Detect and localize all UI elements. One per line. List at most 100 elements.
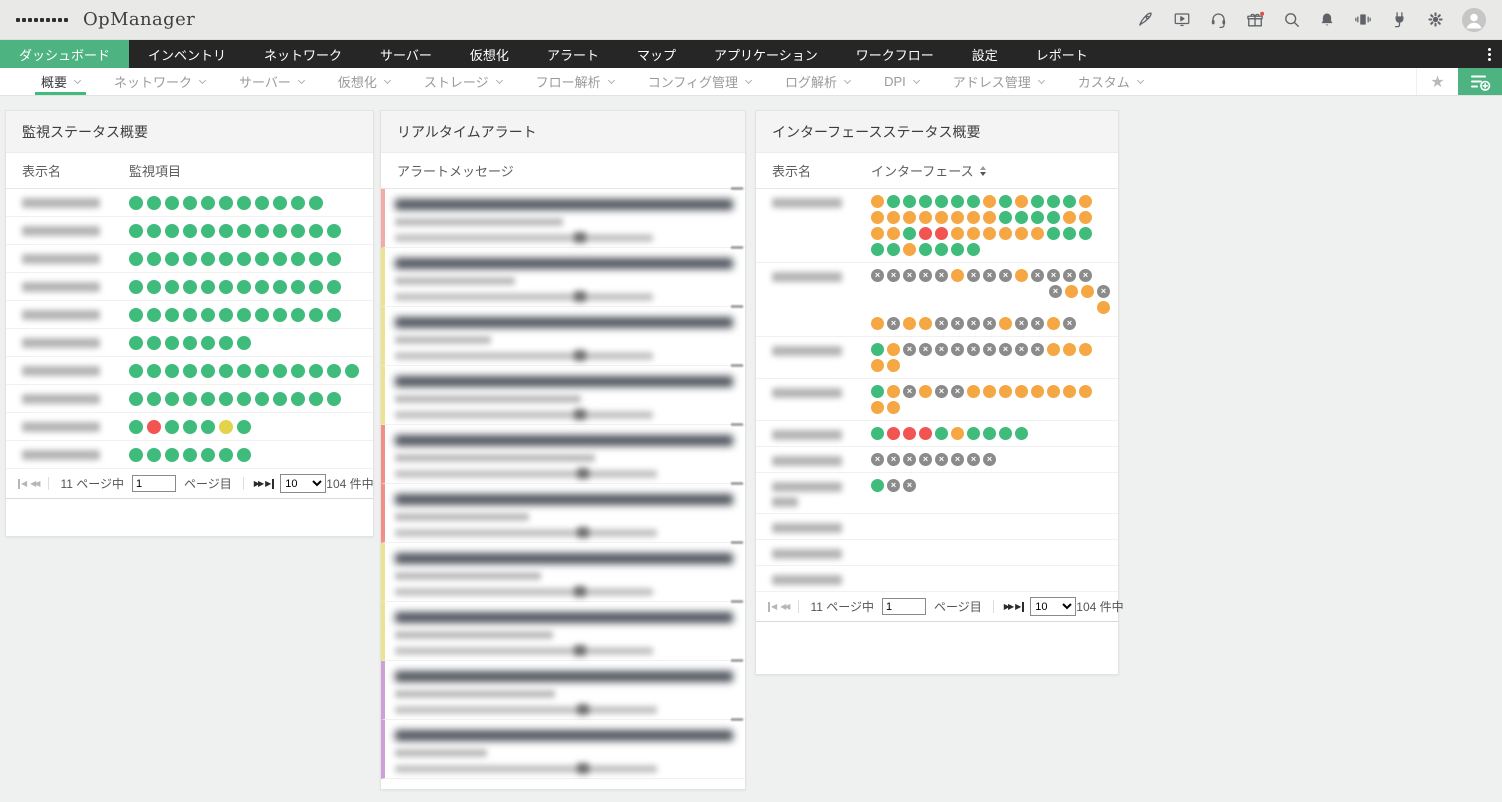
status-dot[interactable]	[919, 227, 932, 240]
status-dot[interactable]	[291, 363, 305, 378]
status-dot[interactable]: ×	[935, 453, 948, 466]
nav-tab-6[interactable]: マップ	[618, 40, 695, 68]
status-dot[interactable]: ×	[935, 269, 948, 282]
status-dot[interactable]	[201, 195, 215, 210]
status-dot[interactable]	[147, 447, 161, 462]
subnav-tab-10[interactable]: カスタム	[1078, 68, 1144, 95]
status-dot[interactable]	[183, 307, 197, 322]
status-dot[interactable]	[183, 447, 197, 462]
status-dot[interactable]	[935, 195, 948, 208]
status-dot[interactable]: ×	[1079, 269, 1092, 282]
status-dot[interactable]	[129, 419, 143, 434]
status-dot[interactable]	[237, 447, 251, 462]
nav-tab-8[interactable]: ワークフロー	[837, 40, 953, 68]
status-dot[interactable]	[903, 243, 916, 256]
status-dot[interactable]	[951, 195, 964, 208]
status-dot[interactable]	[1079, 385, 1092, 398]
status-dot[interactable]	[967, 227, 980, 240]
status-dot[interactable]	[951, 227, 964, 240]
device-name-redacted[interactable]	[772, 272, 842, 282]
status-dot[interactable]	[165, 251, 179, 266]
device-name-redacted[interactable]	[772, 482, 842, 492]
status-dot[interactable]	[1031, 385, 1044, 398]
status-dot[interactable]	[1015, 427, 1028, 440]
status-dot[interactable]	[237, 335, 251, 350]
status-dot[interactable]: ×	[951, 317, 964, 330]
status-dot[interactable]	[201, 223, 215, 238]
status-dot[interactable]	[1015, 195, 1028, 208]
status-dot[interactable]	[903, 317, 916, 330]
status-dot[interactable]: ×	[1015, 317, 1028, 330]
alert-item[interactable]	[381, 600, 745, 661]
status-dot[interactable]	[291, 279, 305, 294]
status-dot[interactable]: ×	[1049, 285, 1062, 298]
status-dot[interactable]	[871, 385, 884, 398]
status-dot[interactable]: ×	[983, 317, 996, 330]
favorite-star-icon[interactable]: ★	[1416, 68, 1458, 95]
status-dot[interactable]	[219, 279, 233, 294]
status-dot[interactable]	[1047, 343, 1060, 356]
status-dot[interactable]	[237, 279, 251, 294]
status-dot[interactable]	[903, 195, 916, 208]
status-dot[interactable]	[919, 243, 932, 256]
status-dot[interactable]	[327, 279, 341, 294]
status-dot[interactable]	[255, 223, 269, 238]
status-dot[interactable]	[983, 227, 996, 240]
status-dot[interactable]	[1097, 301, 1110, 314]
device-name-redacted[interactable]	[22, 197, 100, 208]
status-dot[interactable]	[871, 359, 884, 372]
status-dot[interactable]: ×	[903, 453, 916, 466]
status-dot[interactable]	[1081, 285, 1094, 298]
status-dot[interactable]	[129, 195, 143, 210]
support-headset-icon[interactable]	[1209, 10, 1228, 29]
status-dot[interactable]	[273, 195, 287, 210]
status-dot[interactable]: ×	[1063, 317, 1076, 330]
status-dot[interactable]	[201, 335, 215, 350]
subnav-tab-6[interactable]: コンフィグ管理	[648, 68, 753, 95]
col-display-name[interactable]: 表示名	[772, 161, 871, 180]
status-dot[interactable]	[887, 243, 900, 256]
status-dot[interactable]	[919, 211, 932, 224]
status-dot[interactable]: ×	[951, 385, 964, 398]
user-avatar[interactable]	[1462, 7, 1486, 32]
status-dot[interactable]	[871, 343, 884, 356]
status-dot[interactable]	[273, 391, 287, 406]
device-name-redacted[interactable]	[772, 549, 842, 559]
device-name-redacted[interactable]	[22, 449, 100, 460]
status-dot[interactable]	[919, 317, 932, 330]
next-page-icon[interactable]: ▶▶	[254, 479, 264, 489]
status-dot[interactable]	[183, 335, 197, 350]
status-dot[interactable]: ×	[983, 453, 996, 466]
col-interfaces[interactable]: インターフェース	[871, 161, 974, 180]
status-dot[interactable]	[1015, 227, 1028, 240]
status-dot[interactable]	[935, 211, 948, 224]
status-dot[interactable]	[201, 307, 215, 322]
status-dot[interactable]	[129, 335, 143, 350]
status-dot[interactable]	[1065, 285, 1078, 298]
status-dot[interactable]	[129, 363, 143, 378]
status-dot[interactable]: ×	[887, 479, 900, 492]
status-dot[interactable]	[165, 363, 179, 378]
status-dot[interactable]	[219, 419, 233, 434]
device-name-redacted[interactable]	[772, 456, 842, 466]
status-dot[interactable]	[1047, 227, 1060, 240]
device-name-redacted[interactable]	[22, 337, 100, 348]
status-dot[interactable]	[165, 419, 179, 434]
status-dot[interactable]	[165, 447, 179, 462]
status-dot[interactable]	[237, 195, 251, 210]
status-dot[interactable]	[983, 427, 996, 440]
alert-item[interactable]	[381, 364, 745, 425]
subnav-tab-7[interactable]: ログ解析	[785, 68, 852, 95]
status-dot[interactable]: ×	[1031, 343, 1044, 356]
status-dot[interactable]	[219, 307, 233, 322]
status-dot[interactable]	[1063, 227, 1076, 240]
status-dot[interactable]	[887, 227, 900, 240]
status-dot[interactable]	[999, 317, 1012, 330]
status-dot[interactable]	[919, 195, 932, 208]
status-dot[interactable]: ×	[919, 343, 932, 356]
status-dot[interactable]	[327, 363, 341, 378]
status-dot[interactable]	[165, 223, 179, 238]
status-dot[interactable]	[309, 391, 323, 406]
status-dot[interactable]	[967, 427, 980, 440]
status-dot[interactable]	[1063, 343, 1076, 356]
